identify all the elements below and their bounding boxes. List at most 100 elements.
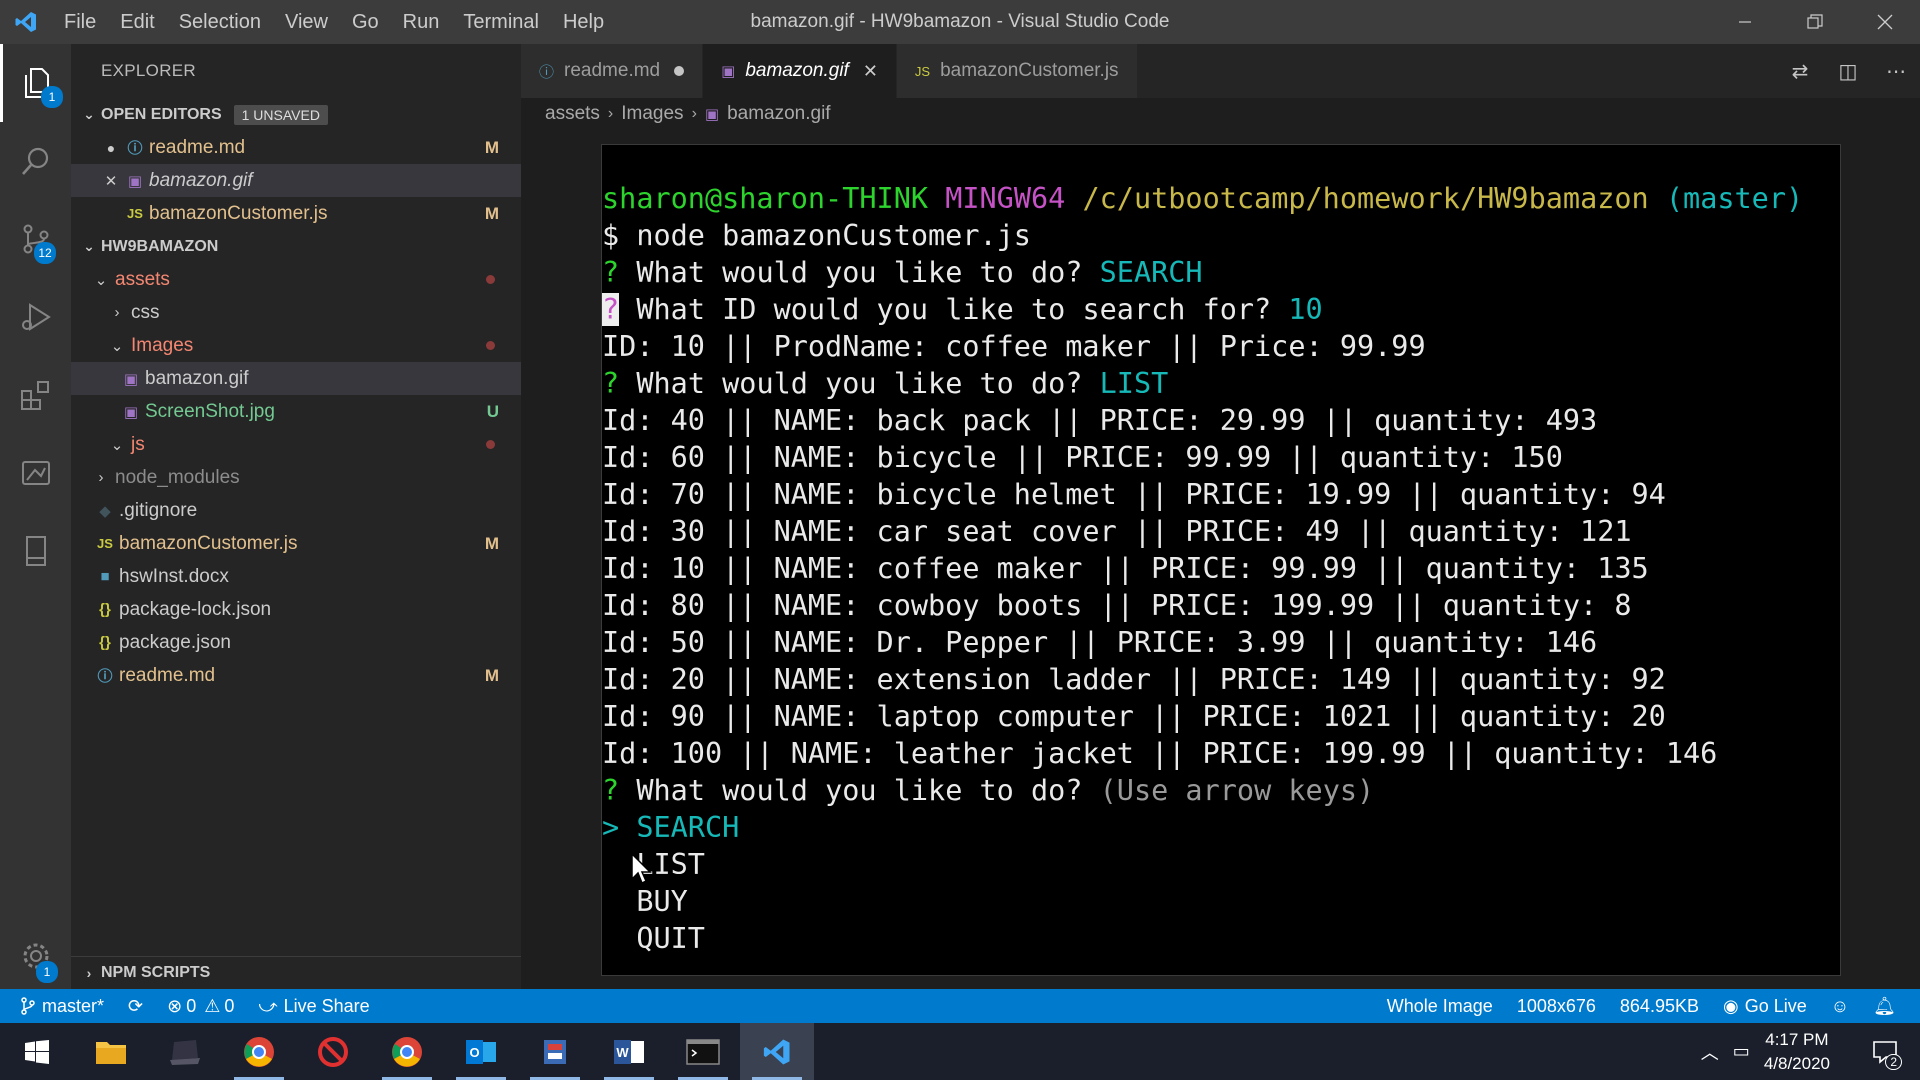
info-icon: ⓘ: [539, 63, 555, 81]
tree-file-screenshot[interactable]: ▣ ScreenShot.jpg U: [71, 395, 521, 428]
chrome-profile-taskbar[interactable]: [370, 1023, 444, 1080]
menu-terminal[interactable]: Terminal: [451, 11, 551, 34]
menu-edit[interactable]: Edit: [108, 11, 166, 34]
json-file-icon: {}: [99, 634, 111, 651]
tree-file-package-lock[interactable]: {} package-lock.json: [71, 593, 521, 626]
tree-label: package-lock.json: [119, 598, 272, 620]
tab-readme[interactable]: ⓘ readme.md: [521, 44, 704, 98]
tree-folder-css[interactable]: › css: [71, 296, 521, 329]
blocked-app-taskbar[interactable]: [296, 1023, 370, 1080]
tree-folder-js[interactable]: ⌄ js: [71, 428, 521, 461]
tree-file-bamazon-gif[interactable]: ▣ bamazon.gif: [71, 362, 521, 395]
live-share-button[interactable]: ⤻ Live Share: [258, 996, 369, 1017]
scm-badge: 12: [34, 242, 56, 264]
manage-activity[interactable]: 1: [0, 917, 71, 995]
tab-bamazoncustomer[interactable]: JS bamazonCustomer.js: [896, 44, 1138, 98]
run-debug-activity[interactable]: [0, 278, 71, 356]
vscode-taskbar[interactable]: [740, 1023, 814, 1080]
tree-folder-images[interactable]: ⌄ Images: [71, 329, 521, 362]
close-icon[interactable]: ✕: [863, 61, 878, 82]
explorer-activity[interactable]: 1: [0, 44, 71, 122]
go-live-button[interactable]: ◉ Go Live: [1723, 996, 1807, 1017]
tree-folder-node-modules[interactable]: › node_modules: [71, 461, 521, 494]
tree-file-package[interactable]: {} package.json: [71, 626, 521, 659]
breadcrumb-item[interactable]: bamazon.gif: [727, 103, 831, 125]
close-icon[interactable]: ✕: [101, 172, 121, 190]
breadcrumb-item[interactable]: Images: [621, 103, 683, 125]
error-icon: ⊗: [167, 995, 183, 1016]
tree-folder-assets[interactable]: ⌄ assets: [71, 263, 521, 296]
chevron-right-icon: ›: [607, 105, 614, 122]
open-editor-item[interactable]: JS bamazonCustomer.js M: [71, 197, 521, 230]
extensions-activity[interactable]: [0, 356, 71, 434]
branch-status[interactable]: master*: [20, 996, 104, 1017]
source-control-activity[interactable]: 12: [0, 200, 71, 278]
split-editor-icon[interactable]: ◫: [1824, 59, 1872, 84]
chrome-taskbar[interactable]: [222, 1023, 296, 1080]
terminal-command: $ node bamazonCustomer.js: [602, 219, 1031, 252]
tab-label: bamazon.gif: [745, 60, 849, 81]
tree-file-readme[interactable]: ⓘ readme.md M: [71, 659, 521, 692]
menu-go[interactable]: Go: [340, 11, 391, 34]
terminal-taskbar[interactable]: [666, 1023, 740, 1080]
close-window-button[interactable]: [1850, 0, 1920, 44]
open-editor-item[interactable]: ✕ ▣ bamazon.gif: [71, 164, 521, 197]
word-taskbar[interactable]: W: [592, 1023, 666, 1080]
menu-view[interactable]: View: [273, 11, 340, 34]
minimize-button[interactable]: [1710, 0, 1780, 44]
git-status: M: [484, 203, 499, 223]
unsaved-badge: 1 UNSAVED: [233, 104, 328, 125]
more-actions-icon[interactable]: ⋯: [1872, 59, 1920, 84]
open-changes-icon[interactable]: ⇄: [1776, 59, 1824, 84]
search-activity[interactable]: [0, 122, 71, 200]
app-taskbar-2[interactable]: [518, 1023, 592, 1080]
terminal-question: ? What would you like to do? SEARCH: [602, 256, 1203, 289]
breadcrumb-item[interactable]: assets: [545, 103, 600, 125]
network-icon[interactable]: ▭: [1733, 1041, 1750, 1062]
word-file-icon: ■: [100, 568, 110, 585]
clock[interactable]: 4:17 PM 4/8/2020: [1764, 1028, 1830, 1076]
tree-label: .gitignore: [119, 499, 198, 521]
chevron-right-icon: ›: [86, 965, 92, 981]
error-count: 0: [186, 995, 197, 1016]
extensions-icon: [20, 381, 49, 410]
bell-icon[interactable]: 🔔︎: [1873, 996, 1896, 1017]
start-button[interactable]: [0, 1023, 74, 1080]
menu-help[interactable]: Help: [551, 11, 616, 34]
git-file-icon: ◆: [99, 502, 111, 520]
open-editor-item[interactable]: ● ⓘ readme.md M: [71, 131, 521, 164]
feedback-icon[interactable]: ☺: [1831, 996, 1849, 1017]
remote-explorer-activity[interactable]: [0, 434, 71, 512]
settings-badge: 1: [36, 961, 58, 983]
project-folder-header[interactable]: ⌄ HW9BAMAZON: [71, 230, 521, 263]
terminal-icon: [686, 1038, 720, 1065]
git-status: M: [484, 137, 499, 157]
json-file-icon: {}: [99, 601, 111, 618]
file-explorer-taskbar[interactable]: [74, 1023, 148, 1080]
tab-bamazon-gif[interactable]: ▣ bamazon.gif ✕: [703, 44, 897, 98]
problems-status[interactable]: ⊗ 0 ⚠ 0: [167, 996, 234, 1017]
tree-file-gitignore[interactable]: ◆ .gitignore: [71, 494, 521, 527]
sync-icon[interactable]: ⟳: [128, 996, 143, 1017]
system-tray: ︿ ▭ 4:17 PM 4/8/2020 2: [1701, 1023, 1920, 1080]
tree-file-hswinst[interactable]: ■ hswInst.docx: [71, 560, 521, 593]
restore-button[interactable]: [1780, 0, 1850, 44]
tree-file-bamazoncustomer[interactable]: JS bamazonCustomer.js M: [71, 527, 521, 560]
answer-text: LIST: [1099, 367, 1169, 400]
image-view-mode[interactable]: Whole Image: [1387, 996, 1493, 1017]
menu-selection[interactable]: Selection: [167, 11, 273, 34]
terminal-question: ? What ID would you like to search for? …: [602, 293, 1323, 326]
docker-activity[interactable]: [0, 512, 71, 590]
npm-scripts-label: NPM SCRIPTS: [101, 964, 211, 981]
action-center-button[interactable]: 2: [1860, 1023, 1910, 1080]
chevron-up-icon[interactable]: ︿: [1701, 1039, 1719, 1065]
menu-run[interactable]: Run: [391, 11, 452, 34]
remote-explorer-icon: [21, 461, 50, 485]
outlook-taskbar[interactable]: O: [444, 1023, 518, 1080]
app-taskbar[interactable]: [148, 1023, 222, 1080]
open-editors-header[interactable]: ⌄ OPEN EDITORS 1 UNSAVED: [71, 98, 521, 131]
npm-scripts-header[interactable]: › NPM SCRIPTS: [71, 956, 521, 989]
terminal-list-row: Id: 40 || NAME: back pack || PRICE: 29.9…: [602, 404, 1598, 437]
menu-file[interactable]: File: [52, 11, 108, 34]
word-icon: W: [614, 1039, 644, 1064]
